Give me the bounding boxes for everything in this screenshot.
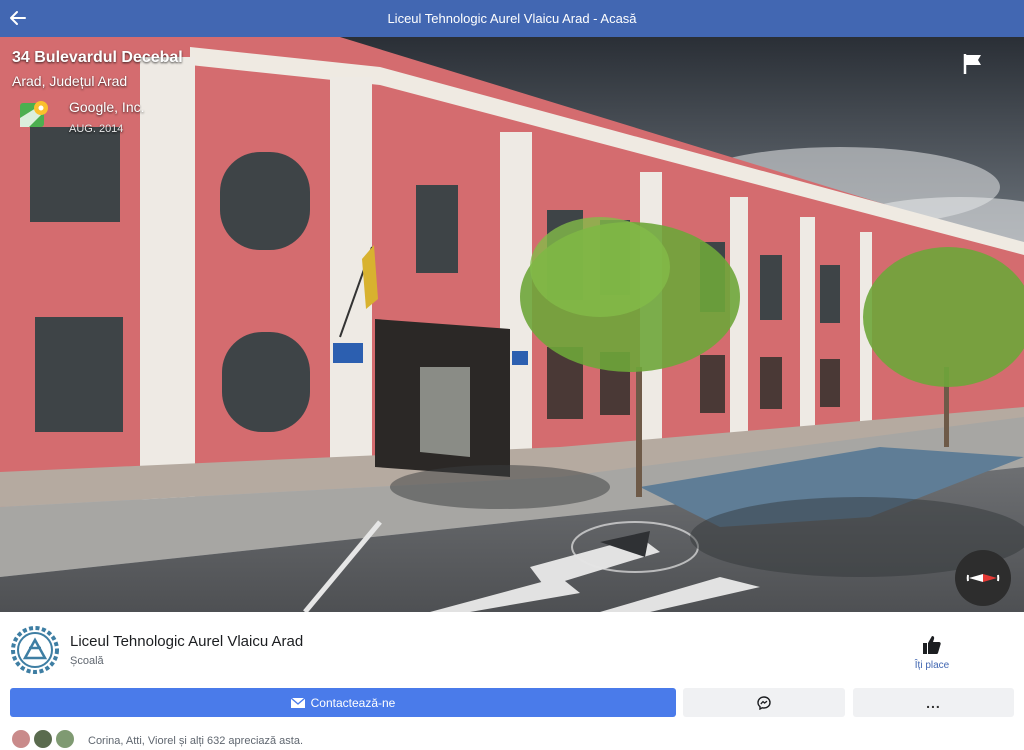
compass-icon[interactable] [955,550,1011,606]
street-view-image [0,37,1024,612]
like-label: Îți place [914,660,950,671]
contact-label: Contactează-ne [310,695,396,710]
page-info: Liceul Tehnologic Aurel Vlaicu Arad Școa… [0,612,1024,750]
page-category: Școală [70,655,104,667]
imagery-date: AUG. 2014 [69,123,124,135]
like-button[interactable]: Îți place [906,634,958,671]
google-maps-icon [20,101,48,127]
school-logo [11,626,59,674]
imagery-provider: Google, Inc. [69,99,145,115]
page-name[interactable]: Liceul Tehnologic Aurel Vlaicu Arad [70,633,303,650]
page-title: Liceul Tehnologic Aurel Vlaicu Arad - Ac… [387,11,637,26]
contact-button[interactable]: Contactează-ne [10,688,676,717]
friends-like-text: Corina, Atti, Viorel și alți 632 aprecia… [88,735,304,747]
address-block: 34 Bulevardul Decebal Arad, Județul Arad [12,49,183,89]
envelope-icon [290,697,305,708]
address-city: Arad, Județul Arad [12,73,128,89]
street-view-panorama[interactable]: 34 Bulevardul Decebal Arad, Județul Arad… [0,37,1024,612]
thumbs-up-icon [923,636,941,654]
top-bar: Liceul Tehnologic Aurel Vlaicu Arad - Ac… [0,0,1024,37]
more-options-button[interactable]: ... [853,688,1014,717]
messenger-icon [757,695,771,710]
address-street: 34 Bulevardul Decebal [12,49,183,66]
flag-icon[interactable] [962,52,984,76]
messenger-button[interactable] [683,688,845,717]
more-label: ... [926,694,941,711]
